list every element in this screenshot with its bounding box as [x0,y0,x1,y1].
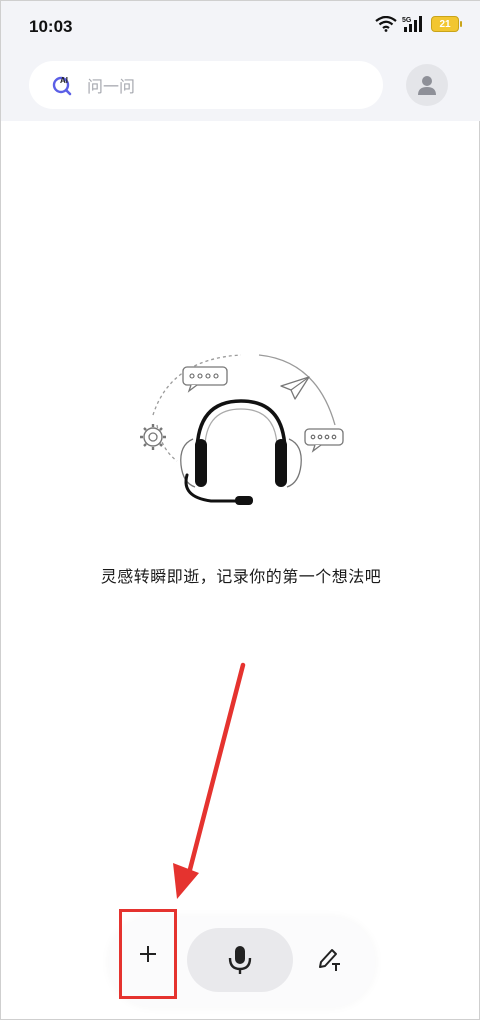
headphones-illustration [140,354,344,505]
add-note-button[interactable] [119,909,177,999]
status-icons: 5G 21 [375,15,462,33]
plus-icon [140,946,156,962]
battery-icon: 21 [431,16,462,32]
gear-icon [140,424,166,450]
ai-label: AI [60,76,68,85]
wifi-icon [375,16,397,32]
ask-search-bar[interactable]: AI 问一问 [29,61,383,109]
microphone-icon [228,946,252,974]
paper-plane-icon [280,376,310,400]
text-note-button[interactable] [307,937,351,981]
chat-bubble-icon [304,428,344,453]
battery-level: 21 [439,18,451,30]
screen-frame: 10:03 5G 21 AI 问一问 灵感转瞬即逝，记录你的第一个想法吧 [0,0,480,1020]
status-bar: 10:03 5G 21 [1,1,480,57]
cellular-signal-icon: 5G [402,16,422,32]
chat-bubble-icon [182,366,228,393]
empty-state-message: 灵感转瞬即逝，记录你的第一个想法吧 [100,567,382,586]
voice-record-button[interactable] [187,928,293,992]
user-icon [418,76,436,95]
pen-text-icon [319,949,340,971]
search-placeholder[interactable]: 问一问 [87,73,135,97]
network-type: 5G [402,17,412,24]
top-header: AI 问一问 [1,57,480,121]
status-time: 10:03 [29,17,73,36]
avatar[interactable] [406,64,448,106]
ai-search-icon: AI [52,76,72,96]
